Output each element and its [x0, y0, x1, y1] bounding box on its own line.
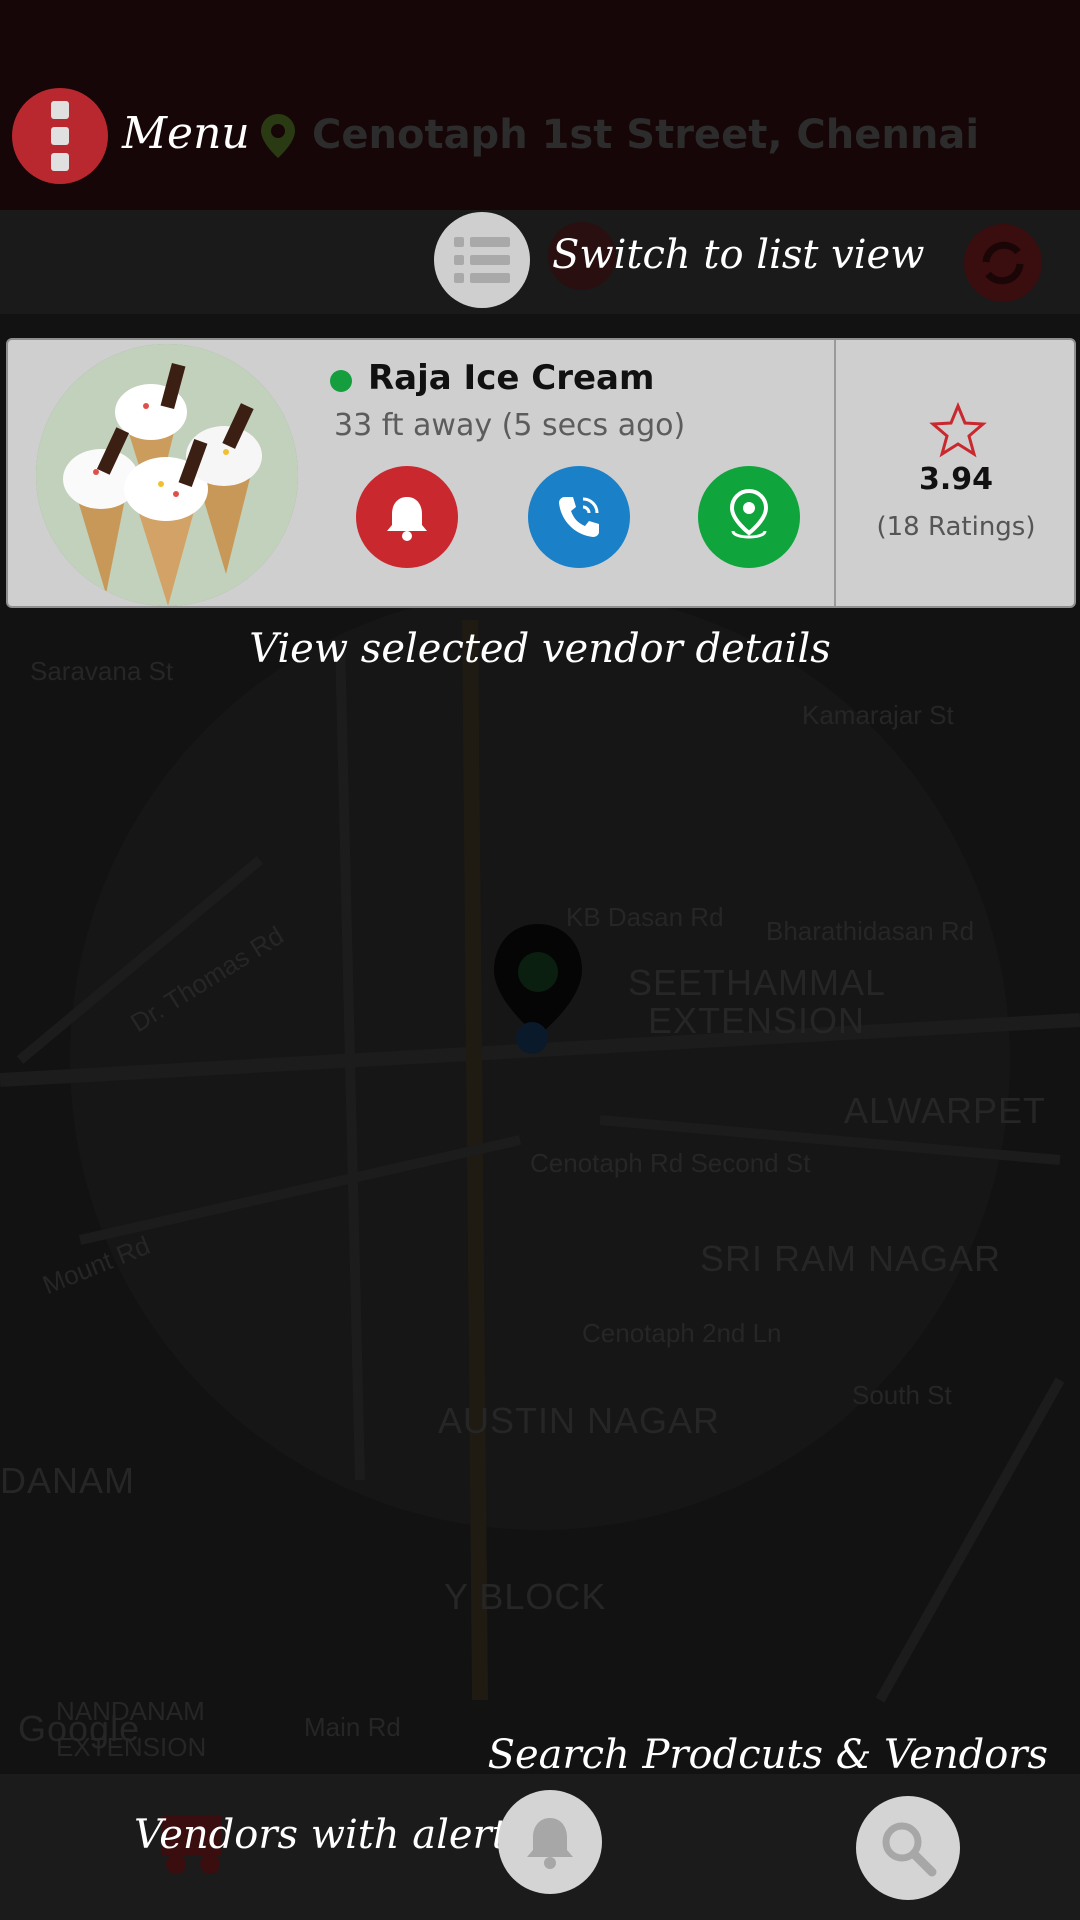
alerts-tip: Vendors with alerts	[134, 1812, 529, 1858]
map-label: Bharathidasan Rd	[766, 916, 975, 946]
menu-dot	[51, 153, 69, 171]
location-pin-icon	[261, 114, 295, 158]
set-alert-button[interactable]	[356, 466, 458, 568]
search-tip: Search Prodcuts & Vendors	[487, 1732, 1048, 1778]
map-label: Y BLOCK	[444, 1576, 607, 1617]
vendors-with-alerts-button[interactable]	[498, 1790, 602, 1894]
rating-count: (18 Ratings)	[876, 512, 1036, 542]
list-icon	[454, 237, 510, 247]
card-divider	[834, 340, 836, 606]
map-marker-icon	[729, 488, 769, 539]
search-button[interactable]	[856, 1796, 960, 1900]
vendor-distance: 33 ft away (5 secs ago)	[334, 408, 686, 443]
menu-dot	[51, 127, 69, 145]
refresh-button[interactable]	[964, 224, 1042, 302]
menu-tip: Menu	[122, 108, 250, 159]
map-label: SRI RAM NAGAR	[700, 1238, 1002, 1279]
vendor-photo	[36, 344, 298, 606]
map-label: Kamarajar St	[802, 700, 954, 730]
map-label: EXTENSION	[648, 1000, 866, 1041]
vendor-name: Raja Ice Cream	[368, 358, 655, 398]
refresh-icon	[982, 241, 1024, 285]
current-location[interactable]: Cenotaph 1st Street, Chennai	[312, 112, 979, 158]
vendor-card[interactable]: Raja Ice Cream 33 ft away (5 secs ago) 3…	[6, 338, 1076, 608]
map-label: DANAM	[0, 1460, 136, 1501]
app-header	[0, 0, 1080, 210]
vendor-details-tip: View selected vendor details	[249, 626, 831, 672]
map-label: AUSTIN NAGAR	[438, 1400, 721, 1441]
rating-value: 3.94	[918, 462, 994, 497]
map-label: Cenotaph 2nd Ln	[582, 1318, 782, 1348]
map-label: SEETHAMMAL	[628, 962, 887, 1003]
directions-button[interactable]	[698, 466, 800, 568]
map-label: South St	[852, 1380, 952, 1410]
map-label: Main Rd	[304, 1712, 401, 1742]
menu-button[interactable]	[12, 88, 108, 184]
bell-icon	[387, 497, 427, 541]
map-pin-icon[interactable]	[490, 920, 586, 1060]
bell-icon	[527, 1818, 573, 1869]
list-view-button[interactable]	[434, 212, 530, 308]
call-vendor-button[interactable]	[528, 466, 630, 568]
map-label: Cenotaph Rd Second St	[530, 1148, 811, 1178]
map-label: ALWARPET	[844, 1090, 1047, 1131]
menu-dot	[51, 101, 69, 119]
phone-icon	[559, 497, 599, 537]
list-view-tip: Switch to list view	[552, 232, 925, 278]
online-status-indicator	[330, 370, 352, 392]
google-logo: Google	[18, 1708, 141, 1749]
star-icon	[929, 402, 987, 458]
map-label: KB Dasan Rd	[566, 902, 724, 932]
search-icon	[882, 1822, 937, 1877]
